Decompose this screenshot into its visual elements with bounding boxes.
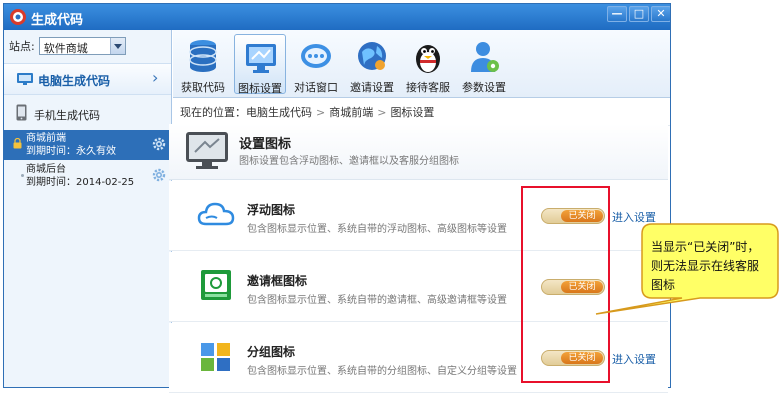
chevron-down-icon[interactable]	[109, 38, 125, 54]
store-name: 商城后台	[26, 164, 66, 175]
tool-parameter-settings[interactable]: 参数设置	[458, 34, 510, 94]
maximize-button[interactable]: □	[629, 6, 649, 22]
setting-description: 包含图标显示位置、系统自带的邀请框、高级邀请框等设置	[247, 295, 507, 306]
setting-title: 浮动图标	[247, 203, 296, 217]
site-label: 站点:	[9, 40, 35, 53]
tool-label: 图标设置	[238, 82, 282, 95]
monitor-icon	[186, 132, 228, 169]
sidebar-item-label: 电脑生成代码	[38, 74, 111, 88]
setting-description: 包含图标显示位置、系统自带的分组图标、自定义分组等设置	[247, 366, 517, 377]
minimize-button[interactable]: —	[607, 6, 627, 22]
penguin-icon	[416, 45, 440, 73]
main-toolbar: 获取代码 图标设置 对话窗口 邀请设置 接待客服 参数设置	[173, 30, 670, 98]
store-expire: 到期时间：2014-02-25	[26, 177, 135, 188]
tool-label: 参数设置	[462, 81, 506, 94]
bullet-icon	[21, 174, 24, 177]
invite-chat-icon	[201, 270, 231, 300]
gear-icon[interactable]	[152, 137, 166, 151]
window-title: 生成代码	[31, 13, 84, 28]
section-header: 设置图标 图标设置包含浮动图标、邀请框以及客服分组图标	[169, 124, 668, 180]
cloud-icon	[197, 202, 235, 226]
setting-title: 分组图标	[247, 345, 296, 359]
breadcrumb: 现在的位置：电脑生成代码 > 商城前端 > 图标设置	[180, 104, 434, 120]
enter-settings-link[interactable]: 进入设置	[612, 351, 656, 367]
tool-get-code[interactable]: 获取代码	[177, 34, 229, 94]
gear-icon[interactable]	[152, 168, 166, 182]
tool-reception-service[interactable]: 接待客服	[402, 34, 454, 94]
site-select[interactable]: 软件商城	[38, 37, 126, 55]
sidebar: 站点: 软件商城 电脑生成代码 › 手机生成代码 商城前端 到期时间：永久有效 …	[4, 30, 172, 387]
breadcrumb-item[interactable]: 商城前端	[329, 106, 373, 119]
tool-label: 对话窗口	[294, 81, 338, 94]
store-name: 商城前端	[26, 133, 66, 144]
app-logo-icon	[10, 9, 26, 25]
section-description: 图标设置包含浮动图标、邀请框以及客服分组图标	[239, 156, 459, 167]
cubes-icon	[201, 343, 230, 371]
site-selector-row: 站点: 软件商城	[9, 37, 126, 55]
setting-title: 邀请框图标	[247, 274, 308, 288]
tool-label: 接待客服	[406, 81, 450, 94]
callout-text: 当显示“已关闭”时，则无法显示在线客服图标	[651, 240, 760, 292]
chat-bubble-icon	[301, 44, 331, 68]
tool-label: 邀请设置	[350, 81, 394, 94]
tool-invite-settings[interactable]: 邀请设置	[346, 34, 398, 94]
section-title: 设置图标	[239, 137, 292, 152]
enter-settings-link[interactable]: 进入设置	[612, 209, 656, 225]
tool-icon-settings[interactable]: 图标设置	[234, 34, 286, 95]
site-select-value: 软件商城	[43, 42, 88, 55]
monitor-icon	[246, 44, 276, 73]
breadcrumb-item: 图标设置	[390, 106, 435, 119]
breadcrumb-separator: >	[377, 106, 387, 119]
breadcrumb-prefix: 现在的位置：	[180, 106, 246, 119]
globe-icon	[358, 42, 386, 70]
highlight-box	[521, 186, 610, 383]
sidebar-item-pc-code[interactable]: 电脑生成代码 ›	[4, 63, 171, 95]
store-expire: 到期时间：永久有效	[26, 146, 116, 157]
store-item-backend[interactable]: 商城后台 到期时间：2014-02-25	[4, 161, 171, 191]
sidebar-item-mobile-code[interactable]: 手机生成代码	[4, 96, 171, 130]
computer-icon	[17, 73, 33, 85]
sidebar-item-label: 手机生成代码	[34, 109, 100, 122]
mobile-phone-icon	[16, 104, 27, 121]
breadcrumb-separator: >	[316, 106, 326, 119]
database-icon	[189, 40, 217, 72]
store-item-frontend[interactable]: 商城前端 到期时间：永久有效	[4, 130, 171, 160]
tool-chat-window[interactable]: 对话窗口	[290, 34, 342, 94]
chevron-right-icon: ›	[152, 68, 159, 87]
tool-label: 获取代码	[181, 81, 225, 94]
breadcrumb-item[interactable]: 电脑生成代码	[246, 106, 312, 119]
lock-icon	[13, 138, 22, 149]
setting-description: 包含图标显示位置、系统自带的浮动图标、高级图标等设置	[247, 224, 507, 235]
title-bar: 生成代码 — □ ✕	[4, 4, 670, 30]
close-button[interactable]: ✕	[651, 6, 670, 22]
user-settings-icon	[471, 42, 499, 72]
